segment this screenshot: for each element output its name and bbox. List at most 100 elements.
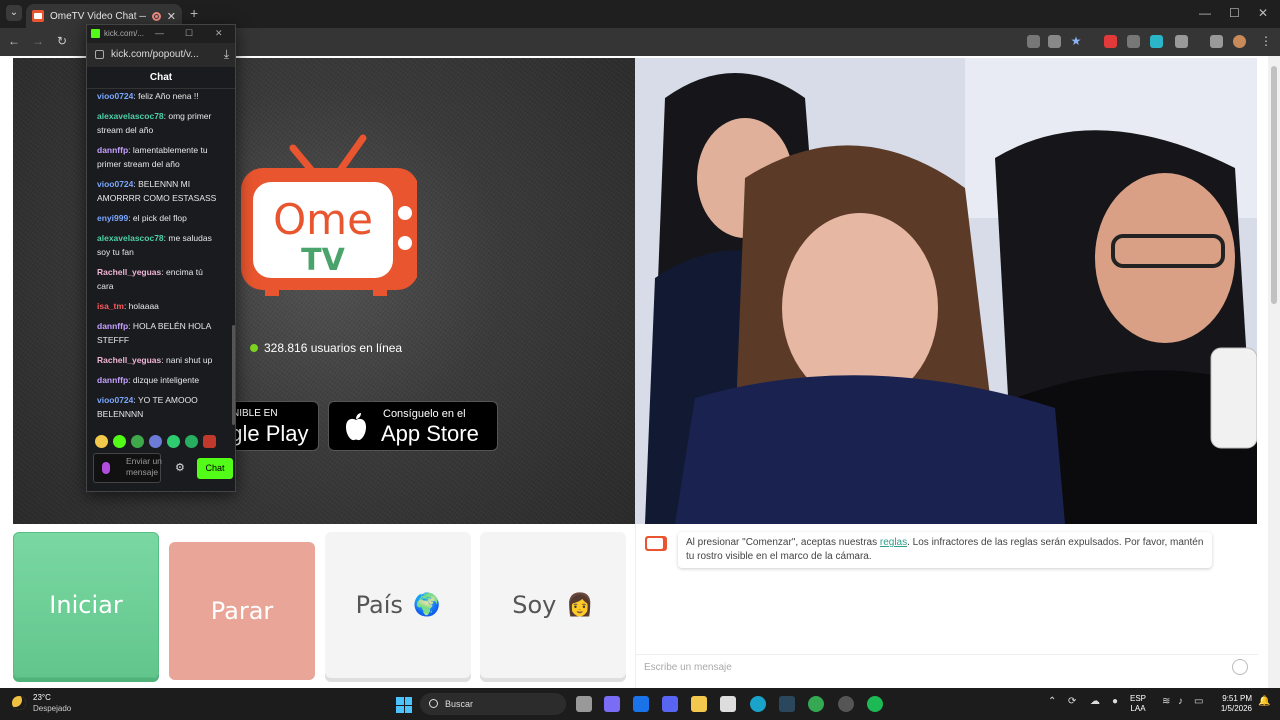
- download-icon[interactable]: ⤓: [224, 47, 229, 62]
- minimize-button[interactable]: —: [1199, 6, 1211, 20]
- chat-message: enyi999: el pick del flop: [97, 211, 221, 225]
- chat-settings-gear-icon[interactable]: ⚙: [175, 461, 185, 474]
- chat-username[interactable]: dannffp: [97, 375, 128, 385]
- popout-maximize-button[interactable]: ☐: [185, 28, 193, 39]
- tab-close-icon[interactable]: ✕: [167, 10, 176, 23]
- forward-icon[interactable]: →: [30, 34, 46, 48]
- store-icon[interactable]: [720, 696, 736, 712]
- site-info-icon[interactable]: [95, 50, 104, 59]
- new-tab-button[interactable]: +: [190, 5, 198, 21]
- popout-url: kick.com/popout/v...: [111, 49, 199, 60]
- chat-username[interactable]: dannffp: [97, 321, 128, 331]
- woman-icon: 👩: [566, 592, 594, 618]
- chat-username[interactable]: vioo0724: [97, 91, 133, 101]
- clock-time: 9:51 PM: [1222, 694, 1252, 703]
- chat-send-button[interactable]: Chat: [197, 458, 233, 479]
- chat-message-text: : el pick del flop: [128, 213, 187, 223]
- emote-3-icon[interactable]: [131, 435, 144, 448]
- popout-titlebar: kick.com/... — ☐ ✕: [87, 25, 235, 43]
- stop-button[interactable]: Parar: [169, 542, 315, 680]
- online-counter: 328.816 usuarios en línea: [250, 341, 402, 355]
- maximize-button[interactable]: ☐: [1229, 6, 1240, 20]
- copilot-icon[interactable]: [604, 696, 620, 712]
- emote-4-icon[interactable]: [149, 435, 162, 448]
- online-dot-icon: [250, 344, 258, 352]
- chat-username[interactable]: enyi999: [97, 213, 128, 223]
- file-explorer-icon[interactable]: [691, 696, 707, 712]
- wifi-icon[interactable]: ≋: [1162, 696, 1170, 707]
- taskbar-search[interactable]: Buscar: [420, 693, 566, 715]
- chat-message-text: : feliz Año nena !!: [133, 91, 199, 101]
- chat-username[interactable]: dannffp: [97, 145, 128, 155]
- app-store-badge[interactable]: Consíguelo en el App Store: [328, 401, 498, 451]
- emoji-picker-icon[interactable]: [1232, 659, 1248, 675]
- tray-overflow-icon[interactable]: ⌃: [1048, 696, 1056, 707]
- battery-icon[interactable]: ▭: [1194, 696, 1203, 707]
- chat-username[interactable]: vioo0724: [97, 179, 133, 189]
- chat-username[interactable]: Rachell_yeguas: [97, 267, 161, 277]
- language-indicator[interactable]: ESP LAA: [1130, 694, 1146, 714]
- system-clock[interactable]: 9:51 PM 1/5/2026: [1212, 694, 1252, 714]
- popout-close-button[interactable]: ✕: [215, 28, 223, 39]
- extensions-puzzle-icon[interactable]: [1175, 35, 1188, 48]
- close-window-button[interactable]: ✕: [1258, 6, 1268, 20]
- reload-icon[interactable]: ↻: [54, 34, 70, 48]
- weather-moon-icon[interactable]: [12, 696, 26, 710]
- gender-button[interactable]: Soy 👩: [480, 532, 626, 678]
- popout-minimize-button[interactable]: —: [155, 28, 164, 38]
- chat-message: dannffp: lamentablemente tu primer strea…: [97, 143, 221, 171]
- volume-icon[interactable]: ♪: [1178, 696, 1183, 707]
- chat-username[interactable]: Rachell_yeguas: [97, 355, 161, 365]
- emote-7-icon[interactable]: [203, 435, 216, 448]
- apple-logo-icon: [346, 413, 366, 441]
- chat-message: vioo0724: YO TE AMOOO BELENNNN: [97, 393, 221, 421]
- lang-top: ESP: [1130, 694, 1147, 703]
- translate-icon[interactable]: [1027, 35, 1040, 48]
- emote-bar: [95, 435, 216, 448]
- spotify-icon[interactable]: [867, 696, 883, 712]
- page-scroll-thumb[interactable]: [1271, 66, 1277, 304]
- cast-icon[interactable]: [1048, 35, 1061, 48]
- page-scrollbar[interactable]: [1268, 56, 1280, 688]
- tab-search-button[interactable]: ⌄: [6, 5, 22, 21]
- kick-message-input[interactable]: Enviar un mensaje: [93, 453, 162, 483]
- tray-mic-icon[interactable]: ●: [1112, 696, 1118, 707]
- mic-icon[interactable]: [102, 462, 110, 474]
- back-icon[interactable]: ←: [6, 34, 22, 48]
- bookmark-star-icon[interactable]: ★: [1068, 34, 1084, 48]
- kick-chat-popout: kick.com/... — ☐ ✕ kick.com/popout/v... …: [86, 24, 236, 492]
- emote-1-icon[interactable]: [95, 435, 108, 448]
- steam-icon[interactable]: [779, 696, 795, 712]
- chat-username[interactable]: vioo0724: [97, 395, 133, 405]
- profile-avatar-icon[interactable]: [1233, 35, 1246, 48]
- kebab-menu-icon[interactable]: ⋮: [1258, 34, 1274, 48]
- start-button[interactable]: Iniciar: [13, 532, 159, 678]
- obs-icon[interactable]: [838, 696, 854, 712]
- extension-reader-icon[interactable]: [1127, 35, 1140, 48]
- task-view-icon[interactable]: [576, 696, 592, 712]
- online-count-text: 328.816 usuarios en línea: [264, 341, 403, 355]
- chat-username[interactable]: alexavelascoc78: [97, 111, 164, 121]
- extension-teal-icon[interactable]: [1150, 35, 1163, 48]
- playlist-icon[interactable]: [1210, 35, 1223, 48]
- extension-red-icon[interactable]: [1104, 35, 1117, 48]
- chat-username[interactable]: alexavelascoc78: [97, 233, 164, 243]
- country-button[interactable]: País 🌍: [325, 532, 471, 678]
- chat-message: dannffp: HOLA BELÉN HOLA STEFFF: [97, 319, 221, 347]
- edge-icon[interactable]: [750, 696, 766, 712]
- chat-scrollbar[interactable]: [232, 325, 235, 425]
- tray-sync-icon[interactable]: ⟳: [1068, 696, 1076, 707]
- tray-cloud-icon[interactable]: ☁: [1090, 696, 1100, 707]
- chat-message-text: : holaaaa: [123, 301, 159, 311]
- discord-icon[interactable]: [662, 696, 678, 712]
- chat-username[interactable]: isa_tm: [97, 301, 124, 311]
- emote-5-icon[interactable]: [167, 435, 180, 448]
- emote-2-icon[interactable]: [113, 435, 126, 448]
- start-menu-icon[interactable]: [396, 697, 412, 713]
- outlook-icon[interactable]: [633, 696, 649, 712]
- notification-bell-icon[interactable]: 🔔: [1258, 696, 1270, 707]
- chat-message-input[interactable]: Escribe un mensaje: [644, 662, 732, 673]
- emote-6-icon[interactable]: [185, 435, 198, 448]
- chrome-icon[interactable]: [808, 696, 824, 712]
- rules-link[interactable]: reglas: [880, 537, 907, 548]
